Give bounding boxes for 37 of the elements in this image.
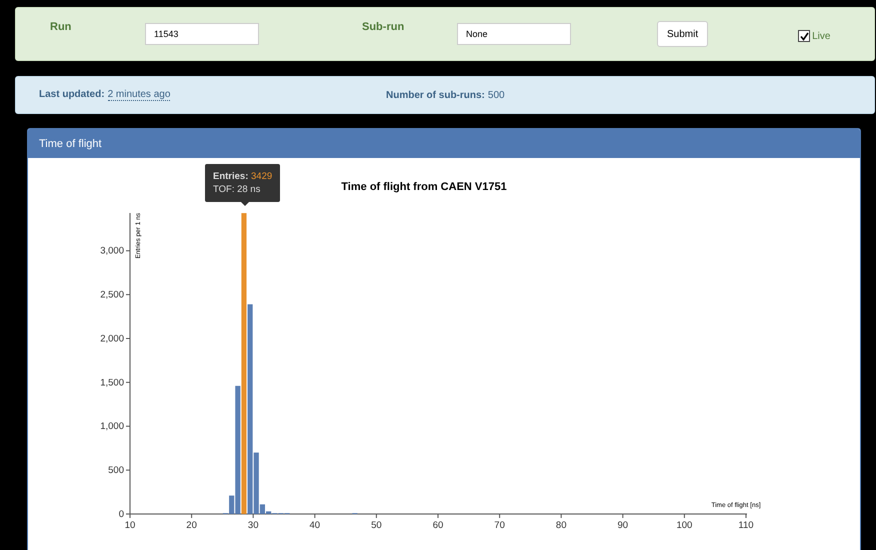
x-tick-label: 40 (310, 520, 320, 531)
x-tick-label: 110 (738, 520, 754, 531)
panel-title: Time of flight (28, 129, 860, 158)
y-tick-label: 1,500 (100, 377, 124, 388)
y-tick-label: 500 (108, 465, 124, 476)
subruns-count: 500 (488, 90, 505, 100)
histogram-bar[interactable] (266, 511, 272, 514)
chart-title: Time of flight from CAEN V1751 (341, 181, 507, 193)
tooltip-label: Entries: (213, 171, 248, 182)
y-tick-label: 3,000 (100, 246, 124, 257)
run-label: Run (49, 21, 72, 33)
live-label: Live (812, 30, 830, 42)
subrun-field[interactable]: None (457, 23, 571, 45)
live-checkbox[interactable] (798, 30, 810, 42)
y-tick-label: 0 (118, 509, 124, 520)
x-tick-label: 70 (494, 520, 505, 531)
y-tick-label: 2,000 (100, 334, 124, 344)
tooltip-detail: TOF: 28 ns (213, 183, 262, 196)
x-tick-label: 30 (248, 520, 258, 531)
x-tick-label: 80 (556, 520, 566, 531)
histogram-bar[interactable] (248, 304, 253, 514)
submit-button[interactable]: Submit (657, 21, 708, 47)
subrun-label: Sub-run (361, 21, 406, 33)
run-field[interactable]: 11543 (145, 23, 259, 45)
subruns-label: Number of sub-runs: (386, 90, 485, 100)
y-tick-label: 1,000 (100, 421, 124, 432)
x-tick-label: 100 (676, 520, 692, 531)
histogram-bar[interactable] (260, 504, 266, 514)
x-tick-label: 20 (186, 520, 197, 531)
tooltip-value: 3429 (251, 171, 272, 182)
y-tick-label: 2,500 (100, 290, 124, 301)
updated-label: Last updated: (39, 89, 105, 101)
updated-link[interactable]: 2 minutes ago (108, 89, 170, 101)
x-tick-label: 90 (618, 520, 628, 531)
x-tick-label: 10 (124, 520, 136, 531)
x-tick-label: 50 (371, 520, 382, 531)
x-tick-label: 60 (432, 520, 444, 531)
